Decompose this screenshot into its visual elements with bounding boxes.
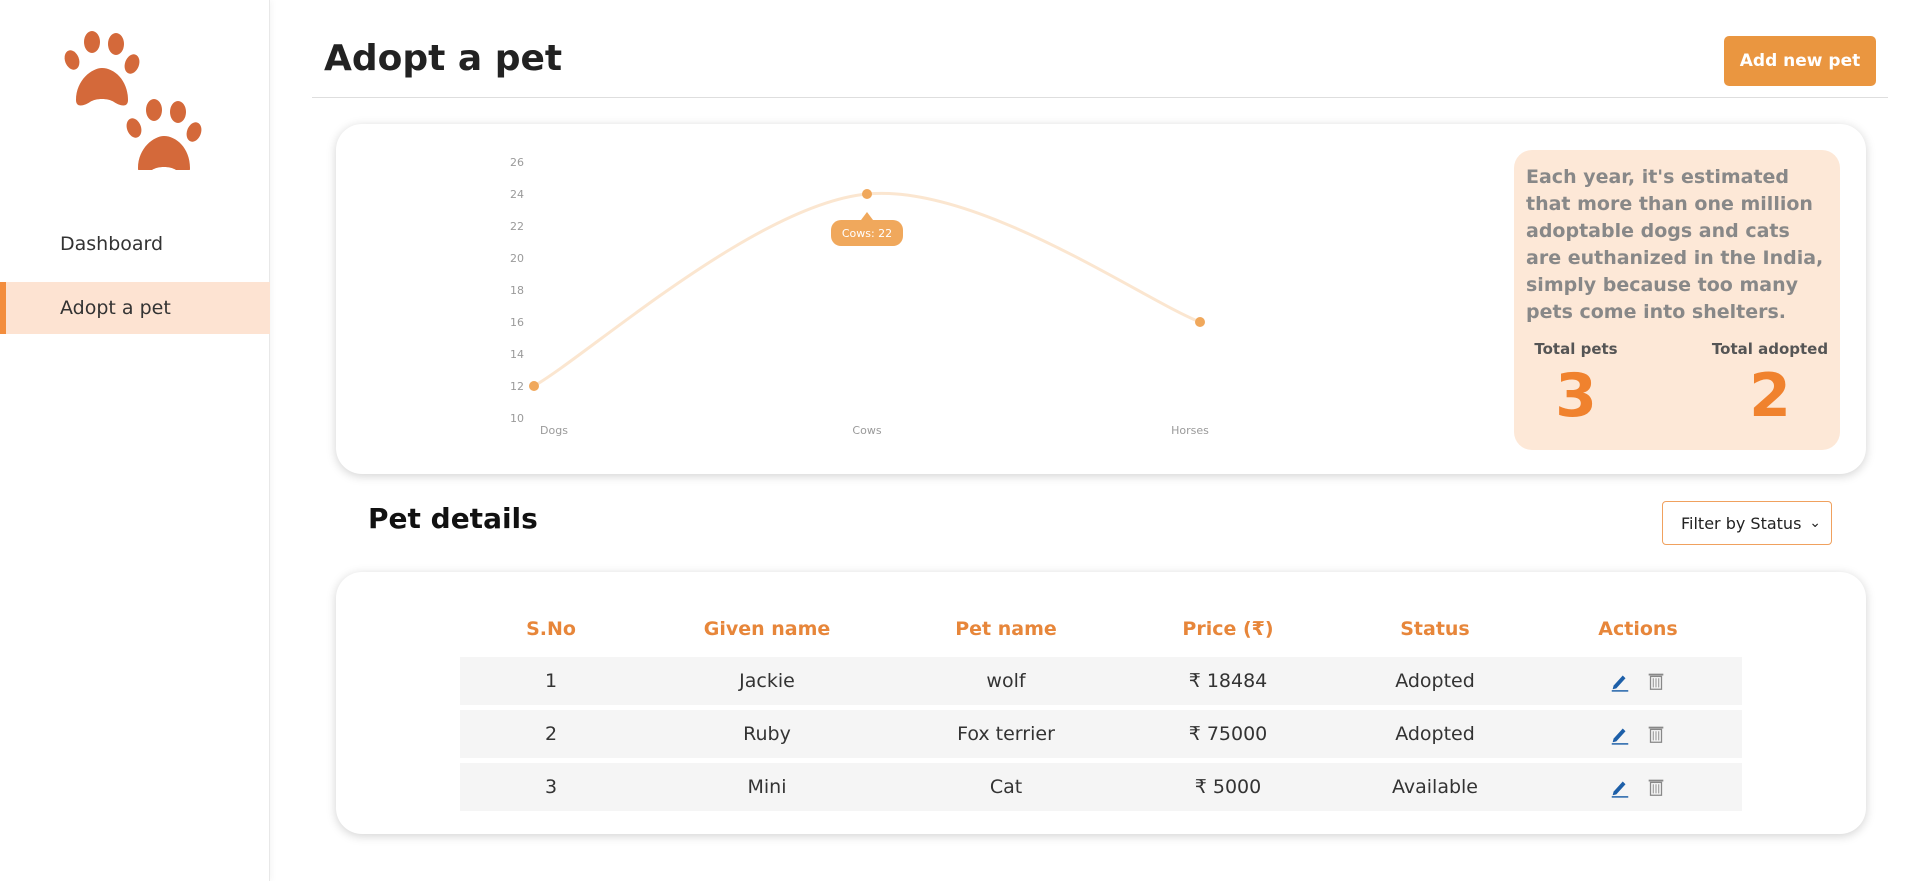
delete-icon[interactable] — [1645, 776, 1667, 798]
paw-prints-logo — [64, 31, 202, 170]
price-cell: ₹ 75000 — [1188, 723, 1268, 745]
given-name-cell: Mini — [747, 776, 787, 798]
y-tick-label: 10 — [510, 412, 524, 425]
pet-name-cell: Cat — [989, 776, 1023, 798]
column-header: Given name — [703, 618, 831, 640]
y-tick-label: 14 — [510, 348, 524, 361]
total-pets-value: 3 — [1555, 361, 1597, 431]
chevron-down-icon: ⌄ — [1809, 515, 1821, 531]
tooltip-text: Cows: 22 — [842, 227, 892, 240]
filter-selected-value: Filter by Status — [1681, 513, 1802, 533]
data-point[interactable] — [862, 189, 872, 199]
total-pets-stat: Total pets 3 — [1528, 340, 1624, 426]
actions-cell — [1534, 723, 1742, 745]
table-row: 1 Jackie wolf ₹ 18484 Adopted — [460, 657, 1742, 705]
y-tick-label: 16 — [510, 316, 524, 329]
x-tick-label: Dogs — [540, 424, 568, 437]
edit-icon[interactable] — [1609, 723, 1631, 745]
info-box: Each year, it's estimated that more than… — [1514, 150, 1840, 450]
data-point[interactable] — [529, 381, 539, 391]
x-tick-label: Cows — [852, 424, 881, 437]
pet-table-card: S.No Given name Pet name Price (₹) Statu… — [336, 572, 1866, 834]
y-tick-label: 26 — [510, 156, 524, 169]
add-new-pet-button[interactable]: Add new pet — [1724, 36, 1876, 86]
y-tick-label: 18 — [510, 284, 524, 297]
sidebar-item-adopt-a-pet[interactable]: Adopt a pet — [0, 282, 270, 334]
sidebar-item-dashboard[interactable]: Dashboard — [0, 218, 270, 270]
sno-cell: 1 — [544, 670, 558, 692]
table-row: 2 Ruby Fox terrier ₹ 75000 Adopted — [460, 710, 1742, 758]
column-header: S.No — [526, 618, 576, 640]
info-text: Each year, it's estimated that more than… — [1526, 166, 1824, 323]
y-tick-label: 22 — [510, 220, 524, 233]
status-cell: Available — [1391, 776, 1478, 798]
y-tick-label: 20 — [510, 252, 524, 265]
given-name-cell: Ruby — [743, 723, 791, 745]
column-header: Actions — [1598, 618, 1678, 640]
page-title: Adopt a pet — [324, 38, 563, 79]
total-adopted-stat: Total adopted 2 — [1708, 340, 1832, 426]
y-tick-label: 24 — [510, 188, 524, 201]
sidebar: Dashboard Adopt a pet — [0, 0, 270, 881]
table-header-row: S.No Given name Pet name Price (₹) Statu… — [460, 606, 1742, 652]
actions-cell — [1534, 670, 1742, 692]
sno-cell: 2 — [544, 723, 558, 745]
edit-icon[interactable] — [1609, 670, 1631, 692]
chart-card: 10 12 14 16 18 20 22 24 26 Dogs Cows Horses Cows: 22… — [336, 124, 1866, 474]
sidebar-item-label: Dashboard — [60, 233, 164, 255]
total-pets-label: Total pets — [1534, 340, 1618, 358]
delete-icon[interactable] — [1645, 723, 1667, 745]
total-adopted-label: Total adopted — [1711, 340, 1829, 358]
actions-cell — [1534, 776, 1742, 798]
tooltip-pointer — [861, 212, 873, 220]
status-cell: Adopted — [1395, 723, 1475, 745]
y-tick-label: 12 — [510, 380, 524, 393]
column-header: Pet name — [955, 618, 1057, 640]
edit-icon[interactable] — [1609, 776, 1631, 798]
delete-icon[interactable] — [1645, 670, 1667, 692]
price-cell: ₹ 18484 — [1188, 670, 1268, 692]
given-name-cell: Jackie — [739, 670, 795, 692]
column-header: Status — [1400, 618, 1470, 640]
sidebar-item-label: Adopt a pet — [60, 297, 171, 319]
header-divider — [312, 97, 1888, 98]
pet-table: S.No Given name Pet name Price (₹) Statu… — [460, 606, 1742, 811]
pet-details-title: Pet details — [368, 502, 538, 535]
x-tick-label: Horses — [1171, 424, 1209, 437]
sno-cell: 3 — [544, 776, 558, 798]
table-row: 3 Mini Cat ₹ 5000 Available — [460, 763, 1742, 811]
line-chart: 10 12 14 16 18 20 22 24 26 Dogs Cows Horses Cows: 22 — [510, 156, 1209, 437]
pet-name-cell: Fox terrier — [957, 723, 1055, 745]
price-cell: ₹ 5000 — [1194, 776, 1262, 798]
data-point[interactable] — [1195, 317, 1205, 327]
column-header: Price (₹) — [1182, 618, 1274, 640]
total-adopted-value: 2 — [1749, 361, 1791, 431]
status-cell: Adopted — [1395, 670, 1475, 692]
filter-by-status-select[interactable]: Filter by Status ⌄ — [1662, 501, 1832, 545]
pet-name-cell: wolf — [986, 670, 1026, 692]
